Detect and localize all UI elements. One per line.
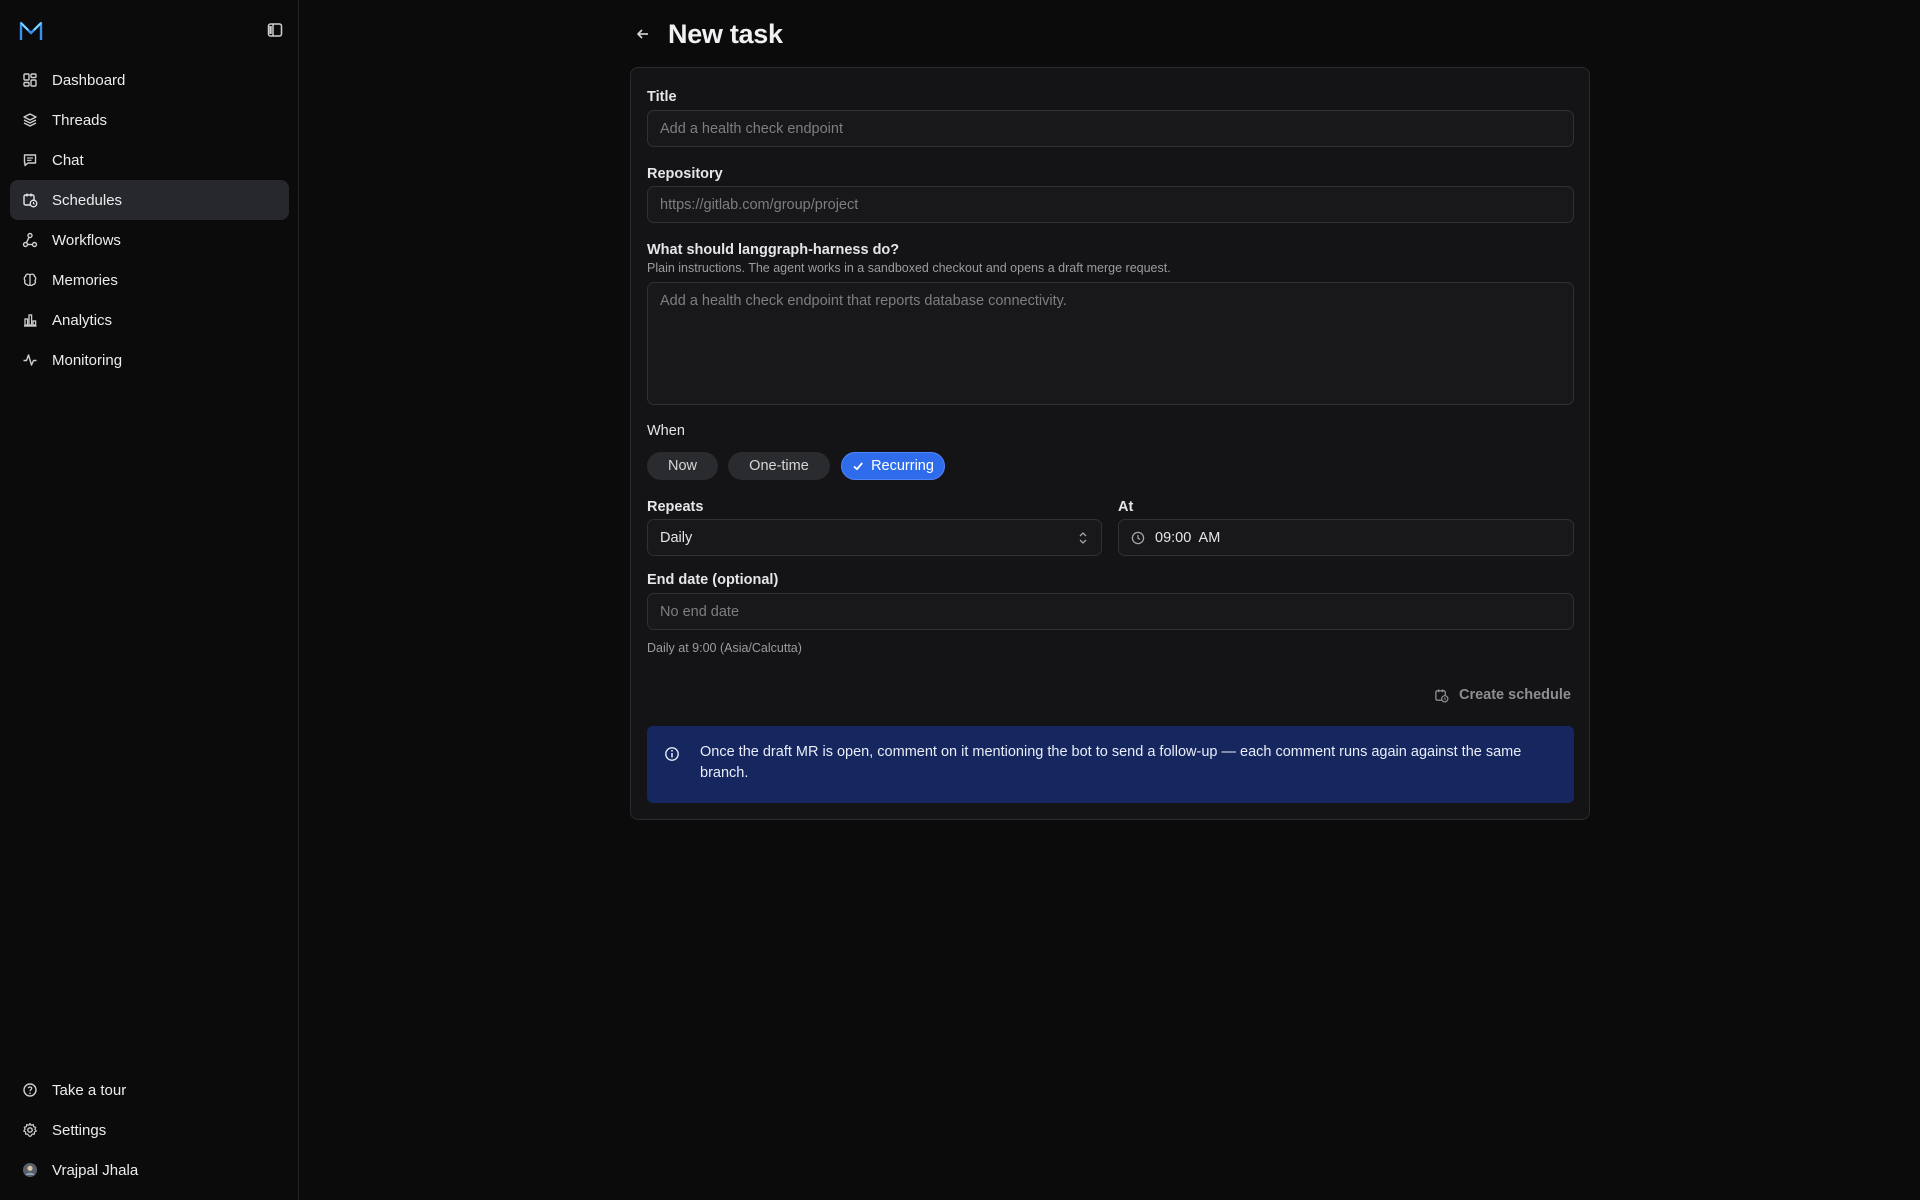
help-circle-icon — [22, 1082, 38, 1098]
instructions-label: What should langgraph-harness do? — [647, 242, 900, 258]
end-date-label: End date (optional) — [647, 572, 779, 588]
time-input[interactable]: 09:00 AM — [1118, 519, 1574, 556]
page-title: New task — [668, 18, 783, 49]
instructions-help: Plain instructions. The agent works in a… — [647, 261, 1171, 275]
activity-icon — [22, 352, 38, 368]
check-icon — [852, 460, 864, 472]
sidebar-item-dashboard[interactable]: Dashboard — [10, 60, 289, 100]
sidebar-item-take-a-tour[interactable]: Take a tour — [10, 1070, 289, 1110]
sidebar: Dashboard Threads Chat Schedules Workflo… — [0, 0, 299, 1200]
brain-icon — [22, 272, 38, 288]
sidebar-item-monitoring[interactable]: Monitoring — [10, 340, 289, 380]
pill-label: Recurring — [871, 458, 934, 474]
clock-icon — [1131, 531, 1145, 545]
time-value: 09:00 AM — [1155, 529, 1221, 546]
info-icon — [664, 746, 680, 762]
avatar — [22, 1162, 38, 1178]
sidebar-item-threads[interactable]: Threads — [10, 100, 289, 140]
sidebar-item-label: Schedules — [52, 191, 123, 209]
brand-logo[interactable] — [18, 18, 44, 44]
title-input[interactable] — [647, 110, 1574, 147]
arrow-left-icon[interactable] — [630, 21, 656, 47]
user-name: Vrajpal Jhala — [52, 1161, 139, 1179]
sidebar-item-user[interactable]: Vrajpal Jhala — [10, 1150, 289, 1190]
sidebar-item-label: Settings — [52, 1121, 107, 1139]
pill-label: One-time — [749, 458, 809, 474]
sidebar-item-workflows[interactable]: Workflows — [10, 220, 289, 260]
when-one-time-pill[interactable]: One-time — [728, 452, 830, 480]
workflow-icon — [22, 232, 38, 248]
repeats-label: Repeats — [647, 499, 704, 515]
pill-label: Now — [667, 458, 697, 474]
sidebar-item-chat[interactable]: Chat — [10, 140, 289, 180]
instructions-textarea[interactable] — [647, 282, 1574, 405]
sidebar-collapse-icon[interactable] — [266, 21, 284, 39]
chevron-up-down-icon — [1077, 531, 1089, 545]
sidebar-item-label: Monitoring — [52, 351, 123, 369]
info-text: Once the draft MR is open, comment on it… — [700, 744, 1522, 781]
sidebar-item-settings[interactable]: Settings — [10, 1110, 289, 1150]
repository-input[interactable] — [647, 186, 1574, 223]
schedule-summary: Daily at 9:00 (Asia/Calcutta) — [647, 641, 802, 655]
sidebar-nav: Dashboard Threads Chat Schedules Workflo… — [10, 60, 289, 380]
chat-icon — [22, 152, 38, 168]
bar-chart-icon — [22, 312, 38, 328]
end-date-input[interactable] — [647, 593, 1574, 630]
calendar-clock-icon — [22, 192, 38, 208]
sidebar-item-label: Threads — [52, 111, 108, 129]
sidebar-item-label: Analytics — [52, 311, 113, 329]
layers-icon — [22, 112, 38, 128]
create-schedule-button[interactable]: Create schedule — [1434, 679, 1571, 711]
sidebar-item-schedules[interactable]: Schedules — [10, 180, 289, 220]
when-recurring-pill[interactable]: Recurring — [841, 452, 945, 480]
at-label: At — [1118, 499, 1134, 515]
when-now-pill[interactable]: Now — [647, 452, 718, 480]
sidebar-item-label: Memories — [52, 271, 118, 289]
sidebar-item-label: Workflows — [52, 231, 121, 249]
sidebar-item-analytics[interactable]: Analytics — [10, 300, 289, 340]
sidebar-item-label: Take a tour — [52, 1081, 127, 1099]
sidebar-item-label: Dashboard — [52, 71, 126, 89]
gear-icon — [22, 1122, 38, 1138]
repeats-select[interactable]: Daily — [647, 519, 1102, 556]
page-header: New task — [630, 14, 783, 54]
when-label: When — [647, 423, 685, 439]
title-label: Title — [647, 89, 677, 105]
repository-label: Repository — [647, 166, 723, 182]
create-schedule-label: Create schedule — [1458, 687, 1571, 703]
info-banner: Once the draft MR is open, comment on it… — [647, 726, 1574, 803]
sidebar-item-memories[interactable]: Memories — [10, 260, 289, 300]
repeats-value: Daily — [660, 529, 693, 546]
sidebar-item-label: Chat — [52, 151, 84, 169]
dashboard-icon — [22, 72, 38, 88]
calendar-clock-icon — [1434, 688, 1449, 703]
new-task-form: Title Repository What should langgraph-h… — [630, 67, 1590, 820]
sidebar-footer: Take a tour Settings Vrajpal Jhala — [10, 1070, 289, 1190]
